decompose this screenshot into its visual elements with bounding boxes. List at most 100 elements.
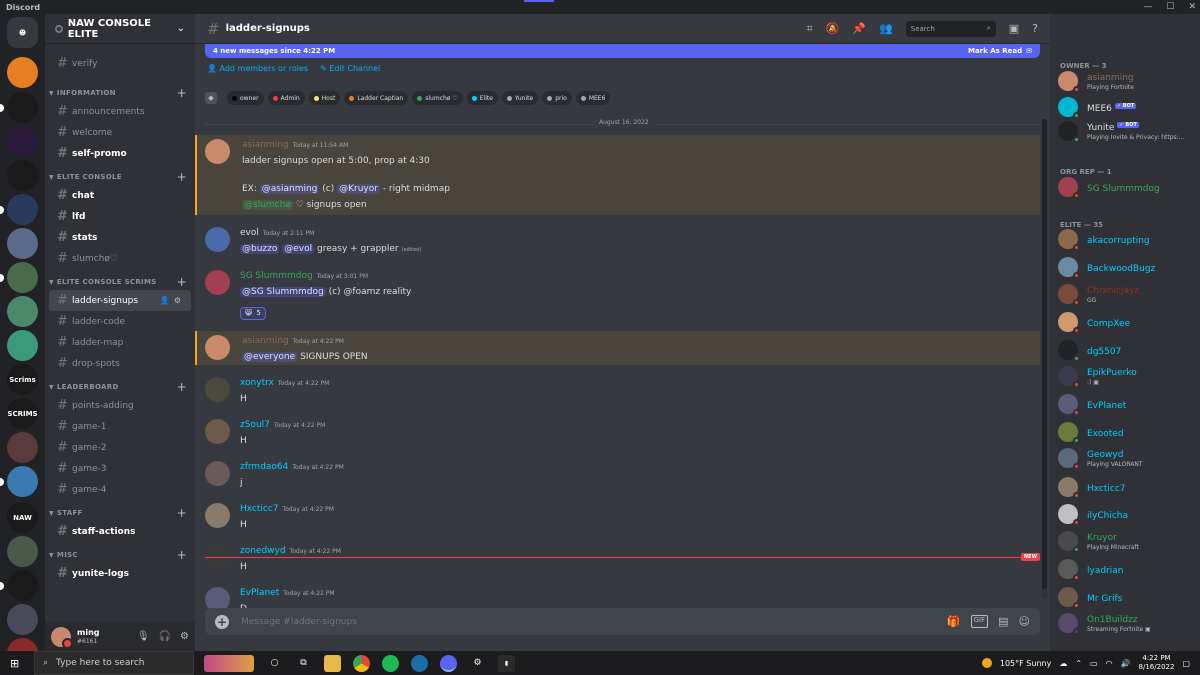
- member-item[interactable]: Mr Grifs: [1058, 586, 1196, 609]
- server-icon[interactable]: [7, 160, 38, 191]
- server-icon[interactable]: [7, 432, 38, 463]
- user-mention[interactable]: @SG Slummmdog: [240, 287, 326, 297]
- channel-chat[interactable]: # chat: [49, 185, 191, 206]
- add-channel-icon[interactable]: +: [177, 171, 187, 183]
- channel-game-3[interactable]: # game-3: [49, 458, 191, 479]
- server-icon[interactable]: [7, 604, 38, 635]
- server-icon[interactable]: [7, 466, 38, 497]
- server-icon[interactable]: [7, 536, 38, 567]
- user-mention[interactable]: @slumchø: [242, 200, 293, 210]
- headphones-icon[interactable]: 🎧: [159, 631, 171, 642]
- avatar[interactable]: [205, 502, 230, 528]
- avatar[interactable]: [205, 139, 230, 164]
- channel-welcome[interactable]: # welcome: [49, 122, 191, 143]
- chevron-down-icon[interactable]: ⌄: [177, 23, 185, 34]
- maximize-button[interactable]: ☐: [1166, 0, 1174, 14]
- member-item[interactable]: lyadrian: [1058, 558, 1196, 581]
- user-mention[interactable]: @Kruyor: [337, 184, 380, 194]
- taskbar-clock[interactable]: 4:22 PM 8/16/2022: [1139, 654, 1175, 672]
- server-header[interactable]: NAW CONSOLE ELITE ⌄: [45, 14, 195, 44]
- user-mention[interactable]: @buzzo: [240, 244, 280, 254]
- server-icon[interactable]: SCRIMS: [7, 398, 38, 429]
- channel-lfd[interactable]: # lfd: [49, 206, 191, 227]
- close-button[interactable]: ✕: [1188, 0, 1196, 14]
- member-item[interactable]: asianming Playing Fortnite: [1058, 70, 1196, 93]
- role-pill[interactable]: Yunite: [501, 91, 539, 105]
- spotify-icon[interactable]: [382, 654, 399, 672]
- role-pill[interactable]: slumchø ♡: [412, 91, 463, 105]
- message-author[interactable]: Hxcticc7: [240, 504, 279, 514]
- channel-self-promo[interactable]: # self-promo: [49, 143, 191, 164]
- server-icon[interactable]: [7, 330, 38, 361]
- category-elite-console-scrims[interactable]: ▼ ELITE CONSOLE SCRIMS +: [45, 269, 195, 290]
- sticker-icon[interactable]: ▤: [998, 615, 1008, 628]
- member-list-icon[interactable]: 👥: [879, 22, 893, 35]
- new-messages-bar[interactable]: 4 new messages since 4:22 PM Mark As Rea…: [205, 44, 1040, 58]
- channel-ladder-map[interactable]: # ladder-map: [49, 332, 191, 353]
- taskbar-search[interactable]: ⌕ Type here to search: [34, 651, 194, 675]
- member-item[interactable]: ilyChicha: [1058, 503, 1196, 526]
- settings-gear-icon[interactable]: ⚙: [469, 655, 486, 672]
- channel-settings-icons[interactable]: 👤⚙: [160, 296, 185, 305]
- add-channel-icon[interactable]: +: [177, 549, 187, 561]
- battery-icon[interactable]: ▭: [1090, 659, 1098, 668]
- scrollbar-thumb[interactable]: [1042, 119, 1047, 589]
- channel-ladder-code[interactable]: # ladder-code: [49, 311, 191, 332]
- search-input[interactable]: Search ⌕: [905, 20, 996, 37]
- channel-game-1[interactable]: # game-1: [49, 416, 191, 437]
- channel-announcements[interactable]: # announcements: [49, 101, 191, 122]
- reaction-button[interactable]: 😸 5: [240, 306, 266, 320]
- role-pill[interactable]: Ladder Captian: [344, 91, 409, 105]
- member-item[interactable]: Yunite ✓ BOT Playing Invite & Privacy: htt…: [1058, 120, 1196, 143]
- member-item[interactable]: Hxcticc7: [1058, 476, 1196, 499]
- avatar[interactable]: [205, 418, 230, 444]
- avatar[interactable]: [205, 334, 230, 360]
- message-author[interactable]: SG Slummmdog: [240, 271, 313, 281]
- channel-yunite-logs[interactable]: # yunite-logs: [49, 563, 191, 584]
- task-view-icon[interactable]: ⧉: [295, 655, 312, 672]
- server-icon[interactable]: [7, 228, 38, 259]
- avatar[interactable]: [51, 626, 73, 649]
- category-elite-console[interactable]: ▼ ELITE CONSOLE +: [45, 164, 195, 185]
- category-misc[interactable]: ▼ MISC +: [45, 542, 195, 563]
- server-icon[interactable]: [7, 570, 38, 601]
- server-icon[interactable]: [7, 194, 38, 225]
- message-author[interactable]: evol: [240, 228, 259, 238]
- message-author[interactable]: asianming: [242, 336, 289, 346]
- volume-icon[interactable]: 🔊: [1121, 659, 1131, 668]
- channel-game-4[interactable]: # game-4: [49, 479, 191, 500]
- notification-bell-icon[interactable]: 🔕: [826, 22, 840, 35]
- gift-icon[interactable]: 🎁: [947, 615, 961, 628]
- message-author[interactable]: zonedwyd: [240, 546, 286, 556]
- server-icon[interactable]: [7, 57, 38, 88]
- edit-channel-button[interactable]: ✎ Edit Channel: [320, 64, 380, 73]
- member-item[interactable]: akacorrupting: [1058, 228, 1196, 251]
- channel-stats[interactable]: # stats: [49, 227, 191, 248]
- discord-icon[interactable]: [440, 654, 457, 672]
- message-author[interactable]: zSoul7: [240, 420, 270, 430]
- channel-points-adding[interactable]: # points-adding: [49, 395, 191, 416]
- role-pill[interactable]: Admin: [267, 91, 305, 105]
- chrome-icon[interactable]: [353, 654, 370, 672]
- help-icon[interactable]: ?: [1032, 22, 1038, 35]
- threads-icon[interactable]: ⌗: [806, 22, 812, 36]
- message-author[interactable]: EvPlanet: [240, 588, 279, 598]
- role-pill[interactable]: owner: [227, 91, 264, 105]
- channel-drop-spots[interactable]: # drop-spots: [49, 353, 191, 374]
- user-mention[interactable]: @evol: [282, 244, 315, 254]
- role-pill[interactable]: MEE6: [575, 91, 611, 105]
- avatar[interactable]: [205, 227, 230, 252]
- avatar[interactable]: [205, 376, 230, 402]
- channel-slumch[interactable]: # slumchø♡: [49, 248, 191, 269]
- member-item[interactable]: Geowyd Playing VALORANT: [1058, 447, 1196, 470]
- chevron-up-icon[interactable]: ⌃: [1075, 659, 1082, 668]
- microphone-icon[interactable]: 🎙: [137, 631, 150, 642]
- cortana-icon[interactable]: ○: [266, 655, 283, 672]
- avatar[interactable]: [205, 460, 230, 486]
- rollercoaster-icon[interactable]: [204, 654, 254, 672]
- notifications-icon[interactable]: ▢: [1182, 659, 1190, 668]
- channel-ladder-signups[interactable]: # ladder-signups 👤⚙: [49, 290, 191, 311]
- member-item[interactable]: ChrxnicJayz GG: [1058, 283, 1196, 306]
- member-item[interactable]: BackwoodBugz: [1058, 256, 1196, 279]
- member-item[interactable]: EvPlanet: [1058, 393, 1196, 416]
